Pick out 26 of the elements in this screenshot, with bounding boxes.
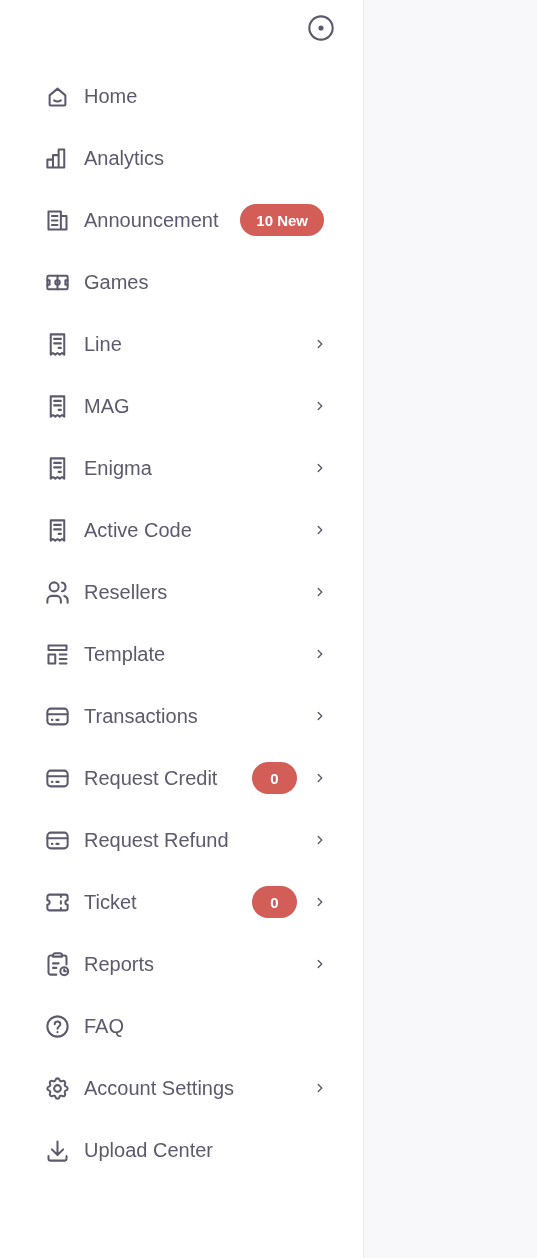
menu-item[interactable]: Request Refund [44,826,229,854]
count-badge: 0 [252,762,297,794]
menu-item[interactable]: Line [44,330,122,358]
help-icon [44,1012,71,1040]
menu-item[interactable]: Enigma [44,454,152,482]
menu-item[interactable]: Account Settings [44,1074,235,1102]
menu-item[interactable]: Resellers [44,578,168,606]
menu-item[interactable]: MAG [44,392,130,420]
settings-icon [44,1074,71,1102]
menu-item[interactable]: Ticket [44,888,137,916]
users-icon [44,578,71,606]
menu-item[interactable]: Analytics [44,144,165,172]
menu-item[interactable]: Request Credit [44,764,218,792]
menu-item[interactable]: FAQ [44,1012,124,1040]
menu-item[interactable]: Transactions [44,702,198,730]
menu-item[interactable]: Active Code [44,516,192,544]
menu-item[interactable]: Upload Center [44,1136,213,1164]
count-badge: 10 New [240,204,324,236]
menu-item[interactable]: Template [44,640,166,668]
menu-item[interactable]: Games [44,268,149,296]
sidebar-toggle-button[interactable] [307,14,335,42]
menu-item[interactable]: Home [44,82,138,110]
menu-item[interactable]: Reports [44,950,155,978]
count-badge: 0 [252,886,297,918]
menu-item[interactable]: Announcement [44,206,219,234]
clipboard-clock-icon [44,950,71,978]
